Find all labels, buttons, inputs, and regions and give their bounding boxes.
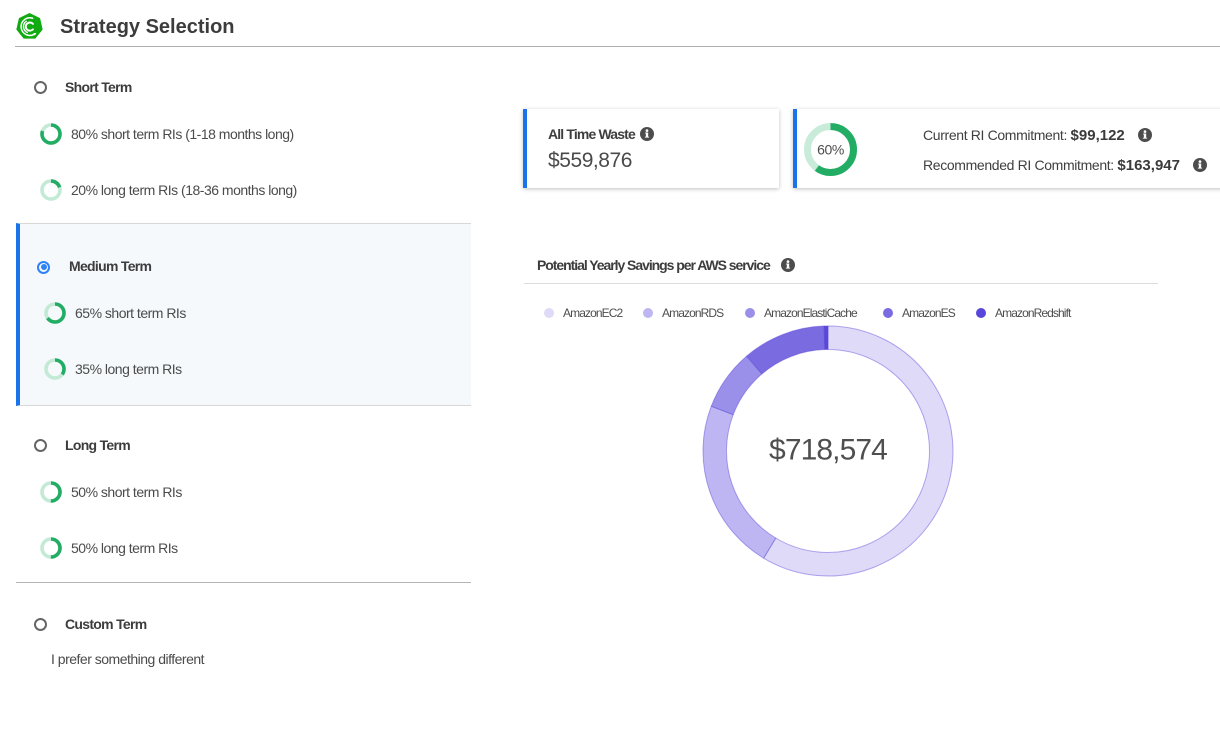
svg-text:60%: 60% [817,142,844,158]
svg-text:$718,574: $718,574 [769,434,887,467]
